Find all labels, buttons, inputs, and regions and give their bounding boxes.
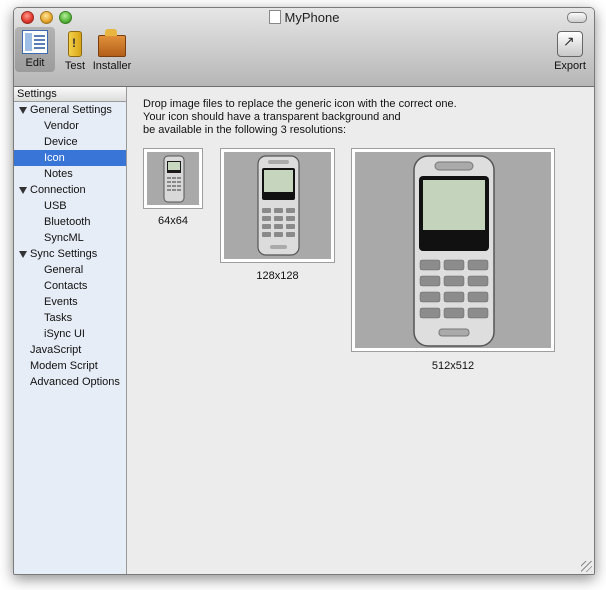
window-title-text: MyPhone [284, 10, 340, 25]
sidebar-item-label: Contacts [44, 280, 88, 292]
instructions-line: be available in the following 3 resoluti… [143, 124, 347, 136]
sidebar-item-contacts[interactable]: Contacts [14, 278, 126, 294]
sidebar-item-bluetooth[interactable]: Bluetooth [14, 214, 126, 230]
phone-icon [257, 155, 300, 256]
sidebar-item-label: Icon [44, 152, 65, 164]
icon-well-512[interactable] [351, 148, 555, 352]
icon-well-64[interactable] [143, 148, 203, 209]
icon-well-64-label: 64x64 [158, 215, 188, 227]
sidebar-item-syncml[interactable]: SyncML [14, 230, 126, 246]
toolbar-test-button[interactable]: Test [60, 28, 90, 72]
instructions-line: Your icon should have a transparent back… [143, 111, 401, 123]
toolbar-export-button[interactable]: Export [554, 28, 586, 72]
title-bar: MyPhone Edit Test Installer Export [14, 8, 594, 87]
installer-icon [98, 29, 126, 57]
sidebar-item-label: Connection [30, 184, 86, 196]
icon-settings-pane: Drop image files to replace the generic … [127, 87, 594, 574]
phone-icon [163, 155, 185, 203]
sidebar-item-label: SyncML [44, 232, 84, 244]
sidebar-item-device[interactable]: Device [14, 134, 126, 150]
app-window: MyPhone Edit Test Installer Export Setti… [13, 7, 595, 575]
sidebar-item-isync-ui[interactable]: iSync UI [14, 326, 126, 342]
sidebar-item-label: JavaScript [30, 344, 82, 356]
sidebar-item-modem-script[interactable]: Modem Script [14, 358, 126, 374]
sidebar-item-label: USB [44, 200, 67, 212]
resize-handle[interactable] [581, 561, 592, 572]
sidebar-item-tasks[interactable]: Tasks [14, 310, 126, 326]
toolbar-installer-button[interactable]: Installer [92, 28, 132, 72]
toolbar-test-label: Test [64, 60, 86, 72]
toolbar-export-label: Export [554, 60, 586, 72]
disclosure-triangle-icon[interactable] [19, 187, 27, 194]
sidebar-item-vendor[interactable]: Vendor [14, 118, 126, 134]
sidebar-item-events[interactable]: Events [14, 294, 126, 310]
sidebar-item-label: General Settings [30, 104, 112, 116]
test-icon [68, 31, 82, 57]
sidebar-list: General Settings Vendor Device Icon Notes Con… [14, 102, 126, 390]
icon-well-64-area [147, 152, 199, 205]
icon-well-128[interactable] [220, 148, 335, 263]
sidebar-item-general[interactable]: General [14, 262, 126, 278]
sidebar-item-sync-settings[interactable]: Sync Settings [14, 246, 126, 262]
disclosure-triangle-icon[interactable] [19, 251, 27, 258]
icon-well-512-area [355, 152, 551, 348]
sidebar-item-usb[interactable]: USB [14, 198, 126, 214]
sidebar-item-general-settings[interactable]: General Settings [14, 102, 126, 118]
settings-sidebar: Settings General Settings Vendor Device Ico… [14, 87, 127, 574]
sidebar-item-advanced-options[interactable]: Advanced Options [14, 374, 126, 390]
sidebar-item-label: Sync Settings [30, 248, 98, 260]
toolbar-toggle-button[interactable] [567, 12, 587, 23]
toolbar-edit-label: Edit [25, 57, 45, 69]
toolbar-edit-button[interactable]: Edit [15, 27, 55, 72]
disclosure-triangle-icon[interactable] [19, 107, 27, 114]
phone-icon [413, 155, 495, 347]
export-icon [557, 31, 583, 57]
sidebar-item-notes[interactable]: Notes [14, 166, 126, 182]
sidebar-item-javascript[interactable]: JavaScript [14, 342, 126, 358]
sidebar-item-label: Notes [44, 168, 73, 180]
sidebar-item-connection[interactable]: Connection [14, 182, 126, 198]
instructions-line: Drop image files to replace the generic … [143, 98, 457, 110]
sidebar-item-icon[interactable]: Icon [14, 150, 126, 166]
document-icon [268, 10, 281, 24]
sidebar-item-label: Tasks [44, 312, 73, 324]
icon-well-512-label: 512x512 [431, 360, 475, 372]
sidebar-item-label: Vendor [44, 120, 79, 132]
icon-well-128-label: 128x128 [256, 270, 299, 282]
sidebar-item-label: General [44, 264, 84, 276]
icon-well-128-area [224, 152, 331, 259]
instructions-text: Drop image files to replace the generic … [143, 98, 473, 137]
sidebar-item-label: Device [44, 136, 78, 148]
sidebar-item-label: Modem Script [30, 360, 98, 372]
sidebar-item-label: Bluetooth [44, 216, 91, 228]
window-title: MyPhone [14, 10, 594, 25]
sidebar-item-label: Advanced Options [30, 376, 120, 388]
toolbar-installer-label: Installer [92, 60, 132, 72]
sidebar-header: Settings [14, 87, 126, 102]
sidebar-item-label: iSync UI [44, 328, 85, 340]
sidebar-item-label: Events [44, 296, 78, 308]
edit-icon [22, 30, 48, 54]
